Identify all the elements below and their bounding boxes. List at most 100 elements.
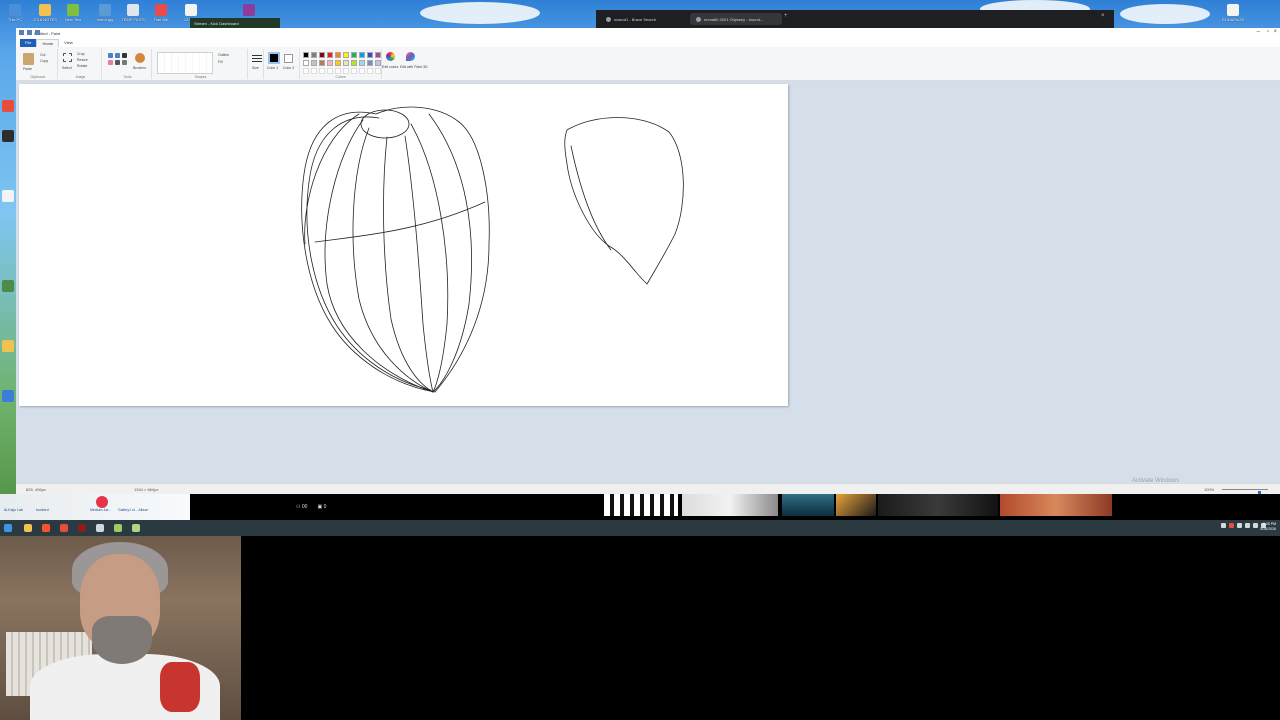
tab-file[interactable]: File — [20, 39, 37, 47]
color2-label[interactable]: Color 2 — [283, 66, 294, 70]
palette-custom-slot[interactable] — [351, 68, 357, 74]
palette-color-swatch[interactable] — [343, 60, 349, 66]
paint3d-icon[interactable] — [406, 52, 415, 61]
palette-color-swatch[interactable] — [311, 60, 317, 66]
magnifier-icon[interactable] — [122, 60, 127, 65]
paste-icon[interactable] — [23, 53, 34, 65]
edit-colors-button[interactable]: Edit colors — [382, 65, 398, 69]
color2-swatch[interactable] — [284, 54, 293, 63]
volume-icon[interactable] — [1253, 523, 1258, 528]
desktop-icon[interactable] — [2, 100, 14, 112]
app-icon[interactable] — [96, 524, 104, 532]
palette-custom-slot[interactable] — [343, 68, 349, 74]
palette-custom-slot[interactable] — [367, 68, 373, 74]
tray-icon[interactable] — [1229, 523, 1234, 528]
palette-color-swatch[interactable] — [327, 52, 333, 58]
palette-color-swatch[interactable] — [335, 52, 341, 58]
tab-view[interactable]: View — [59, 39, 78, 47]
palette-color-swatch[interactable] — [319, 52, 325, 58]
outline-button[interactable]: Outline — [218, 53, 229, 57]
paste-label[interactable]: Paste — [23, 67, 32, 71]
select-button[interactable]: Select — [62, 66, 72, 70]
color1-swatch[interactable] — [268, 52, 280, 64]
palette-custom-slot[interactable] — [375, 68, 381, 74]
tab-home[interactable]: Home — [36, 39, 60, 47]
app-icon[interactable] — [78, 524, 86, 532]
brushes-button[interactable]: Brushes — [133, 66, 146, 70]
new-tab-button[interactable]: + — [784, 13, 788, 19]
close-icon[interactable]: × — [1273, 29, 1277, 35]
pencil-icon[interactable] — [108, 53, 113, 58]
dashboard-window-tab[interactable]: Stream - Kick Dashboard — [190, 18, 280, 28]
start-icon[interactable] — [4, 524, 12, 532]
select-icon[interactable] — [63, 53, 72, 62]
palette-color-swatch[interactable] — [327, 60, 333, 66]
palette-color-swatch[interactable] — [359, 52, 365, 58]
desktop-icon[interactable] — [2, 130, 14, 142]
desktop-icon[interactable]: TEMP FILES — [121, 4, 145, 28]
text-icon[interactable] — [122, 53, 127, 58]
palette-custom-slot[interactable] — [359, 68, 365, 74]
file-explorer-icon[interactable] — [24, 524, 32, 532]
palette-color-swatch[interactable] — [303, 52, 309, 58]
paint-taskbar-icon[interactable] — [114, 524, 122, 532]
palette-color-swatch[interactable] — [343, 52, 349, 58]
palette-color-swatch[interactable] — [319, 60, 325, 66]
desktop-icon[interactable]: 2018 NOTES — [33, 4, 57, 28]
tray-icon[interactable] — [1221, 523, 1226, 528]
palette-custom-slot[interactable] — [319, 68, 325, 74]
desktop-icon[interactable]: New Text — [62, 4, 84, 28]
desktop-icon[interactable] — [2, 390, 14, 402]
maximize-icon[interactable]: ▫ — [1267, 29, 1269, 35]
fill-icon[interactable] — [115, 53, 120, 58]
palette-custom-slot[interactable] — [335, 68, 341, 74]
rotate-button[interactable]: Rotate — [77, 64, 87, 68]
app-icon[interactable] — [60, 524, 68, 532]
clock[interactable]: 6:25 PM 5/26/2026 — [1260, 522, 1276, 532]
app-icon[interactable] — [132, 524, 140, 532]
palette-color-swatch[interactable] — [367, 52, 373, 58]
shapes-gallery[interactable] — [157, 52, 213, 74]
wifi-icon[interactable] — [1245, 523, 1250, 528]
redo-icon[interactable] — [35, 30, 40, 35]
brushes-icon[interactable] — [135, 53, 145, 63]
palette-custom-slot[interactable] — [327, 68, 333, 74]
size-button[interactable]: Size — [252, 66, 259, 70]
zoom-slider[interactable] — [1222, 489, 1268, 498]
desktop-icon[interactable] — [2, 280, 14, 292]
palette-color-swatch[interactable] — [311, 52, 317, 58]
color1-label[interactable]: Color 1 — [267, 66, 278, 70]
color-picker-icon[interactable] — [115, 60, 120, 65]
size-icon[interactable] — [252, 55, 262, 63]
palette-color-swatch[interactable] — [375, 60, 381, 66]
palette-custom-slot[interactable] — [311, 68, 317, 74]
palette-color-swatch[interactable] — [303, 60, 309, 66]
save-icon[interactable] — [19, 30, 24, 35]
minimize-icon[interactable]: – — [1257, 29, 1260, 35]
undo-icon[interactable] — [27, 30, 32, 35]
tray-icon[interactable] — [1237, 523, 1242, 528]
desktop-icon[interactable]: Rafi Blk — [150, 4, 172, 28]
crop-button[interactable]: Crop — [77, 52, 85, 56]
edit-paint3d-button[interactable]: Edit with Paint 3D — [400, 65, 428, 69]
resize-button[interactable]: Resize — [77, 58, 88, 62]
palette-color-swatch[interactable] — [367, 60, 373, 66]
copy-button[interactable]: Copy — [40, 59, 48, 63]
browser-icon[interactable] — [42, 524, 50, 532]
palette-color-swatch[interactable] — [375, 52, 381, 58]
drawing-canvas[interactable] — [19, 84, 788, 406]
cut-button[interactable]: Cut — [40, 53, 45, 57]
close-icon[interactable]: × — [1101, 13, 1105, 19]
desktop-icon[interactable] — [2, 190, 14, 202]
fill-button[interactable]: Fill — [218, 60, 222, 64]
palette-color-swatch[interactable] — [351, 52, 357, 58]
palette-color-swatch[interactable] — [335, 60, 341, 66]
palette-color-swatch[interactable] — [359, 60, 365, 66]
palette-custom-slot[interactable] — [303, 68, 309, 74]
browser-tab[interactable]: maxod1 - Brave Search — [600, 13, 688, 25]
desktop-icon[interactable]: This PC — [4, 4, 26, 28]
eraser-icon[interactable] — [108, 60, 113, 65]
desktop-icon[interactable]: mirror.jpg — [94, 4, 116, 28]
desktop-icon[interactable]: RODAPAGE — [1222, 4, 1244, 28]
palette-color-swatch[interactable] — [351, 60, 357, 66]
